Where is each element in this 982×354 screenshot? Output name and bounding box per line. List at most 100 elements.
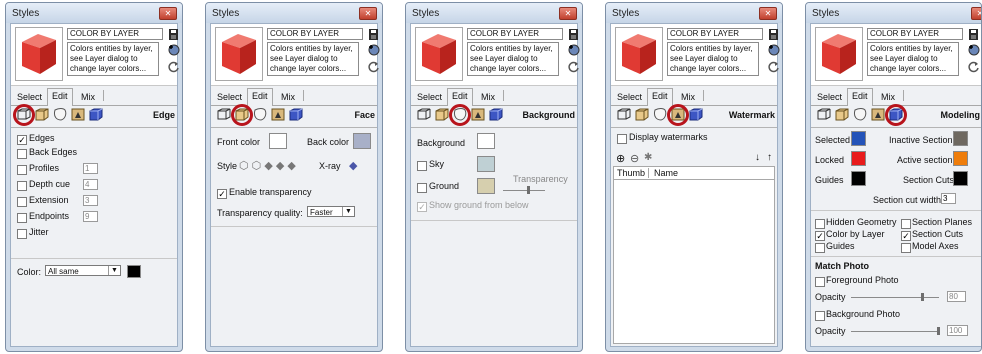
edge-settings-icon[interactable]	[217, 108, 231, 121]
save-style-icon[interactable]	[767, 28, 780, 41]
move-down-icon[interactable]: ↓	[755, 152, 760, 163]
front-color-swatch[interactable]	[269, 133, 287, 149]
back-edges-checkbox[interactable]	[17, 149, 27, 159]
slider-handle[interactable]	[921, 293, 924, 301]
save-style-icon[interactable]	[167, 28, 180, 41]
tab-mix[interactable]: Mix	[881, 92, 895, 102]
tab-edit[interactable]: Edit	[47, 88, 73, 106]
depth-cue-checkbox[interactable]	[17, 181, 27, 191]
face-settings-icon[interactable]	[35, 108, 49, 121]
face-style-icons[interactable]: ⬡ ⬡ ◆ ◆ ◆	[239, 159, 296, 172]
sky-checkbox[interactable]	[417, 161, 427, 171]
foreground-opacity-slider[interactable]	[851, 297, 939, 298]
foreground-photo-checkbox[interactable]	[815, 277, 825, 287]
name-column-header[interactable]: Name	[654, 168, 678, 178]
watermark-settings-icon[interactable]	[871, 108, 885, 121]
display-watermarks-checkbox[interactable]	[617, 134, 627, 144]
update-style-icon[interactable]	[367, 60, 380, 73]
tab-mix[interactable]: Mix	[81, 92, 95, 102]
ground-checkbox[interactable]	[417, 183, 427, 193]
update-style-icon[interactable]	[167, 60, 180, 73]
update-style-icon[interactable]	[967, 60, 980, 73]
transparency-quality-select[interactable]: Faster ▼	[307, 206, 355, 217]
tab-select[interactable]: Select	[817, 92, 842, 102]
tab-select[interactable]: Select	[217, 92, 242, 102]
watermark-list[interactable]: Thumb Name	[613, 166, 775, 344]
move-up-icon[interactable]: ↑	[767, 152, 772, 163]
close-button[interactable]: ✕	[759, 7, 777, 20]
back-color-swatch[interactable]	[353, 133, 371, 149]
modeling-settings-icon[interactable]	[89, 108, 103, 121]
face-settings-icon[interactable]	[635, 108, 649, 121]
style-name-field[interactable]: COLOR BY LAYER	[667, 28, 763, 40]
tab-edit[interactable]: Edit	[247, 88, 273, 106]
extension-checkbox[interactable]	[17, 197, 27, 207]
guides-color-swatch[interactable]	[851, 171, 866, 186]
locked-color-swatch[interactable]	[851, 151, 866, 166]
style-description-field[interactable]: Colors entities by layer, see Layer dial…	[667, 42, 759, 76]
tab-mix[interactable]: Mix	[681, 92, 695, 102]
background-opacity-value[interactable]: 100	[947, 325, 968, 336]
edge-settings-icon[interactable]	[417, 108, 431, 121]
modeling-settings-icon[interactable]	[289, 108, 303, 121]
depth-cue-value[interactable]: 4	[83, 179, 98, 190]
tab-mix[interactable]: Mix	[281, 92, 295, 102]
tab-select[interactable]: Select	[417, 92, 442, 102]
tab-mix[interactable]: Mix	[481, 92, 495, 102]
foreground-opacity-value[interactable]: 80	[947, 291, 966, 302]
style-description-field[interactable]: Colors entities by layer, see Layer dial…	[467, 42, 559, 76]
edge-color-select[interactable]: All same ▼	[45, 265, 121, 276]
save-style-icon[interactable]	[567, 28, 580, 41]
background-settings-icon[interactable]	[653, 108, 667, 121]
create-style-icon[interactable]	[967, 43, 980, 56]
slider-handle[interactable]	[937, 327, 940, 335]
ground-color-swatch[interactable]	[477, 178, 495, 194]
guides-checkbox[interactable]	[815, 243, 825, 253]
style-name-field[interactable]: COLOR BY LAYER	[267, 28, 363, 40]
edge-settings-icon[interactable]	[817, 108, 831, 121]
active-section-color-swatch[interactable]	[953, 151, 968, 166]
tab-select[interactable]: Select	[617, 92, 642, 102]
close-button[interactable]: ✕	[159, 7, 177, 20]
extension-value[interactable]: 3	[83, 195, 98, 206]
style-name-field[interactable]: COLOR BY LAYER	[867, 28, 963, 40]
modeling-settings-icon[interactable]	[689, 108, 703, 121]
profiles-checkbox[interactable]	[17, 165, 27, 175]
style-name-field[interactable]: COLOR BY LAYER	[467, 28, 563, 40]
section-cuts-checkbox[interactable]: ✓	[901, 231, 911, 241]
profiles-value[interactable]: 1	[83, 163, 98, 174]
show-ground-checkbox[interactable]: ✓	[417, 202, 427, 212]
create-style-icon[interactable]	[367, 43, 380, 56]
ground-transparency-slider[interactable]	[503, 190, 545, 191]
style-description-field[interactable]: Colors entities by layer, see Layer dial…	[67, 42, 159, 76]
inactive-section-color-swatch[interactable]	[953, 131, 968, 146]
section-cuts-color-swatch[interactable]	[953, 171, 968, 186]
background-photo-checkbox[interactable]	[815, 311, 825, 321]
create-style-icon[interactable]	[567, 43, 580, 56]
save-style-icon[interactable]	[367, 28, 380, 41]
selected-color-swatch[interactable]	[851, 131, 866, 146]
create-style-icon[interactable]	[767, 43, 780, 56]
watermark-settings-icon[interactable]	[271, 108, 285, 121]
background-opacity-slider[interactable]	[851, 331, 939, 332]
modeling-settings-icon[interactable]	[489, 108, 503, 121]
tab-edit[interactable]: Edit	[847, 88, 873, 106]
add-watermark-icon[interactable]: ⊕	[616, 152, 625, 165]
xray-icon[interactable]: ◆	[349, 159, 357, 172]
thumb-column-header[interactable]: Thumb	[617, 168, 645, 178]
tab-select[interactable]: Select	[17, 92, 42, 102]
background-settings-icon[interactable]	[853, 108, 867, 121]
color-by-layer-checkbox[interactable]: ✓	[815, 231, 825, 241]
close-button[interactable]: ✕	[559, 7, 577, 20]
tab-edit[interactable]: Edit	[647, 88, 673, 106]
enable-transparency-checkbox[interactable]: ✓	[217, 189, 227, 199]
section-cut-width-value[interactable]: 3	[941, 193, 956, 204]
background-color-swatch[interactable]	[477, 133, 495, 149]
watermark-settings-icon[interactable]: ✱	[644, 152, 652, 163]
jitter-checkbox[interactable]	[17, 229, 27, 239]
style-description-field[interactable]: Colors entities by layer, see Layer dial…	[867, 42, 959, 76]
hidden-geometry-checkbox[interactable]	[815, 219, 825, 229]
edges-checkbox[interactable]: ✓	[17, 135, 27, 145]
style-name-field[interactable]: COLOR BY LAYER	[67, 28, 163, 40]
face-settings-icon[interactable]	[435, 108, 449, 121]
